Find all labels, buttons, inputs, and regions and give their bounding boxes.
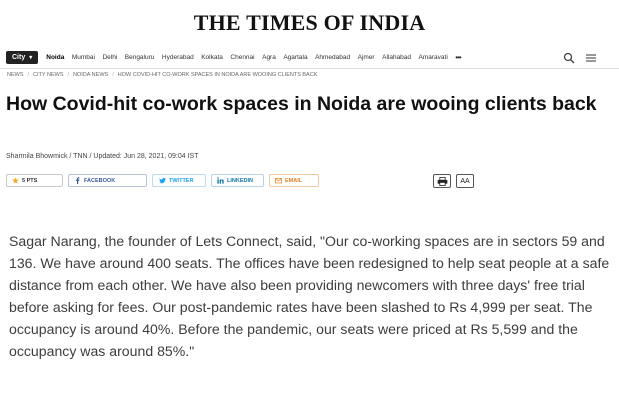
more-cities-button[interactable]: ••• [455,53,461,62]
facebook-share-button[interactable]: FACEBOOK [68,174,147,187]
search-icon[interactable] [563,51,575,64]
linkedin-share-button[interactable]: LINKEDIN [211,174,264,187]
nav-item-amaravati[interactable]: Amaravati [419,54,448,61]
nav-item-ahmedabad[interactable]: Ahmedabad [315,54,350,61]
breadcrumb-separator: / [67,72,70,78]
star-icon [12,177,19,184]
font-size-button[interactable]: AA [456,174,474,188]
breadcrumb-noida-news[interactable]: NOIDA NEWS [73,72,108,78]
linkedin-icon [217,177,224,184]
breadcrumb-city-news[interactable]: CITY NEWS [33,72,63,78]
nav-item-bengaluru[interactable]: Bengaluru [125,54,155,61]
facebook-icon [75,177,80,184]
chevron-down-icon: ▾ [29,55,33,61]
nav-item-allahabad[interactable]: Allahabad [382,54,411,61]
twitter-share-button[interactable]: TWITTER [152,174,206,187]
breadcrumb: NEWS / CITY NEWS / NOIDA NEWS / HOW COVI… [7,72,317,78]
email-share-button[interactable]: EMAIL [269,174,319,187]
nav-item-agra[interactable]: Agra [262,54,276,61]
points-button[interactable]: 5 PTS [6,174,63,187]
twitter-icon [159,177,166,184]
article-byline: Sharmila Bhowmick / TNN / Updated: Jun 2… [6,153,199,160]
breadcrumb-separator: / [27,72,30,78]
nav-item-ajmer[interactable]: Ajmer [358,54,375,61]
site-masthead[interactable]: THE TIMES OF INDIA [0,10,619,36]
city-selector[interactable]: City ▾ [6,51,39,64]
print-button[interactable] [433,174,451,188]
nav-item-chennai[interactable]: Chennai [230,54,254,61]
nav-item-agartala[interactable]: Agartala [283,54,307,61]
nav-tools [563,51,597,64]
article-headline: How Covid-hit co-work spaces in Noida ar… [6,93,597,115]
print-icon [437,176,447,186]
city-selector-label: City [12,54,26,61]
nav-item-hyderabad[interactable]: Hyderabad [162,54,194,61]
nav-item-kolkata[interactable]: Kolkata [201,54,223,61]
nav-item-delhi[interactable]: Delhi [102,54,117,61]
breadcrumb-separator: / [112,72,114,78]
facebook-label: FACEBOOK [84,177,116,184]
envelope-icon [275,178,282,184]
email-label: EMAIL [285,177,303,184]
nav-item-mumbai[interactable]: Mumbai [72,54,95,61]
article-tools: AA [433,174,474,188]
share-bar: 5 PTS FACEBOOK TWITTER LINKEDIN EMAIL [6,174,319,187]
hamburger-menu-icon[interactable] [585,51,597,63]
nav-item-noida[interactable]: Noida [46,54,64,61]
points-label: 5 PTS [22,177,38,184]
breadcrumb-news[interactable]: NEWS [7,72,24,78]
breadcrumb-current: HOW COVID-HIT CO-WORK SPACES IN NOIDA AR… [117,72,318,78]
city-nav-bar: City ▾ Noida Mumbai Delhi Bengaluru Hyde… [0,47,619,69]
article-body: Sagar Narang, the founder of Lets Connec… [9,233,610,359]
linkedin-label: LINKEDIN [227,177,253,184]
twitter-label: TWITTER [169,177,194,184]
